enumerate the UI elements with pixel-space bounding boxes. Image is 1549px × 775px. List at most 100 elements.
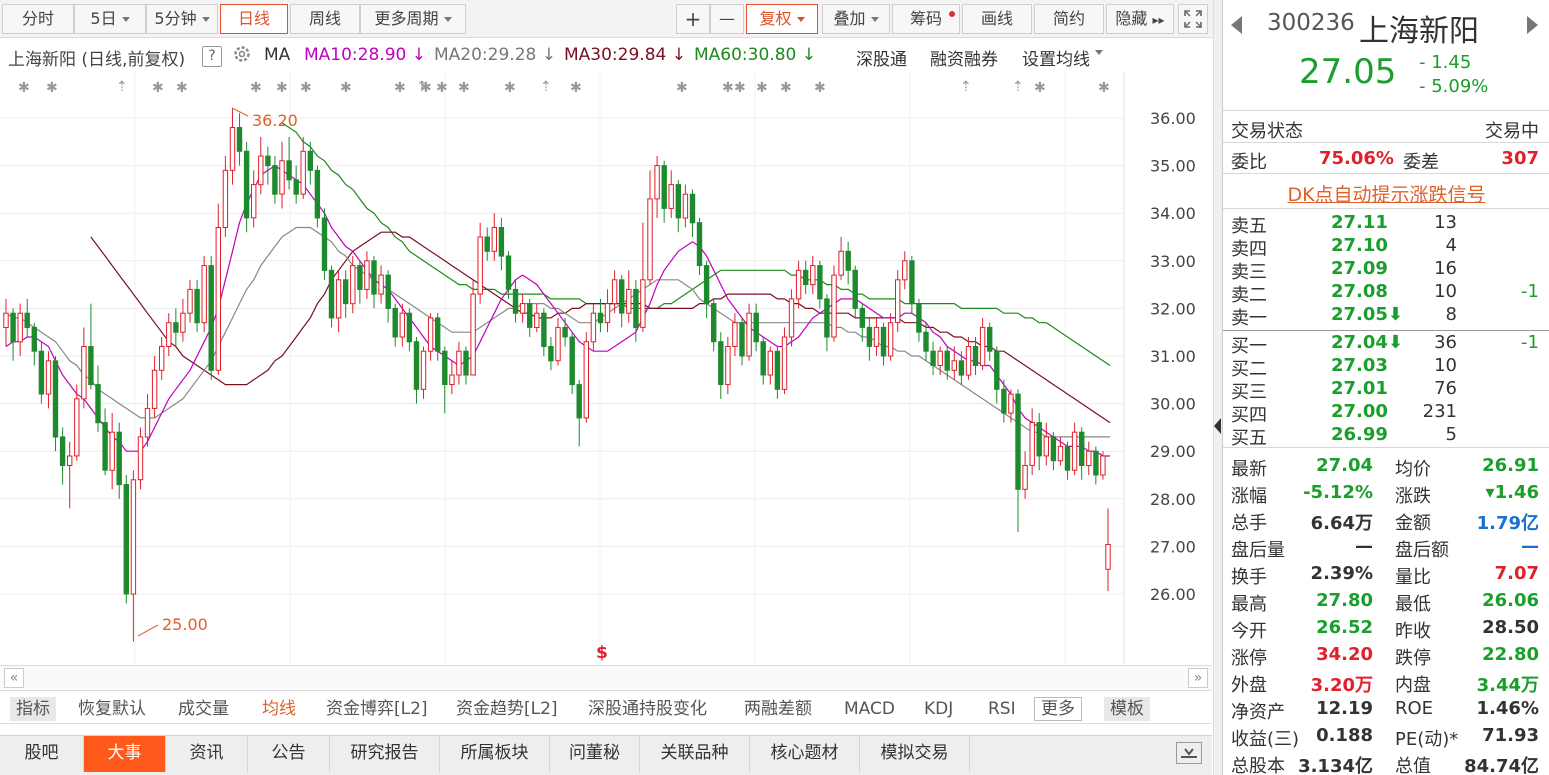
stat-row: 涨幅 -5.12% 涨跌 ▾1.46 [1231,482,1539,507]
indicator-tab-ma[interactable]: 均线 [262,697,296,721]
dk-signal-link[interactable]: DK点自动提示涨跌信号 [1223,180,1549,207]
candle-body [576,384,582,419]
candle-body [201,265,207,324]
indicator-tab-index[interactable]: 指标 [10,697,56,721]
stat-value: -5.12% [1303,482,1373,503]
prev-stock-icon[interactable] [1231,16,1242,34]
info-tab-sim-trade[interactable]: 模拟交易 [860,736,970,772]
ask-row: 卖四 27.10 4 [1231,235,1539,260]
candle-body [144,407,151,438]
tab-daily[interactable]: 日线 [220,4,288,34]
gear-icon[interactable] [232,44,252,69]
chart-scrollbar[interactable]: « » [0,665,1212,691]
indicator-tab-more[interactable]: 更多 [1034,697,1082,721]
info-tab-sectors[interactable]: 所属板块 [440,736,550,772]
set-ma-link[interactable]: 设置均线 [1022,45,1103,70]
indicator-tab-fund-trend[interactable]: 资金趋势[L2] [456,697,558,721]
stat-value: — [1355,536,1373,557]
margin-link[interactable]: 融资融券 [930,45,998,70]
candle-body [194,288,200,324]
tab-5min[interactable]: 5分钟 [146,4,218,34]
stat-row: 盘后量 — 盘后额 — [1231,536,1539,561]
indicator-tab-holding[interactable]: 深股通持股变化 [588,697,707,721]
simple-button[interactable]: 简约 [1034,4,1104,34]
candle-body [215,227,222,371]
info-tab-related[interactable]: 关联品种 [640,736,750,772]
double-chevron-right-icon[interactable]: » [1188,668,1208,688]
candle-body [909,260,915,305]
status-value: 交易中 [1485,121,1539,142]
ma-legend-bar: 上海新阳 (日线,前复权) ? MA MA10:28.90 ↓ MA20:29.… [0,40,1213,72]
info-tab-research[interactable]: 研究报告 [330,736,440,772]
indicator-tab-template[interactable]: 模板 [1104,697,1150,721]
info-tab-announcements[interactable]: 公告 [248,736,330,772]
fullscreen-button[interactable] [1178,4,1208,34]
candle-body [173,322,179,333]
indicator-tab-macd[interactable]: MACD [844,697,895,721]
info-tab-news[interactable]: 资讯 [166,736,248,772]
bid-row: 买一 27.04⬇ 36 -1 [1231,332,1539,357]
indicator-tab-reset[interactable]: 恢复默认 [78,697,146,721]
zoom-out-button[interactable]: — [710,4,744,34]
candle-body [732,322,738,347]
y-tick-label: 34.00 [1150,204,1196,223]
draw-button[interactable]: 画线 [962,4,1032,34]
overlay-button[interactable]: 叠加 [822,4,890,34]
candle-body [626,288,632,314]
indicator-tab-kdj[interactable]: KDJ [924,697,953,721]
stat-label: 今开 [1231,621,1267,642]
candle-body [930,350,936,367]
stat-label: 最高 [1231,594,1267,615]
event-star-icon: ✱ [250,80,262,96]
tab-weekly[interactable]: 周线 [290,4,360,34]
candle-body [95,384,101,424]
ask-volume: 10 [1434,281,1457,302]
event-star-icon: ✱ [340,80,352,96]
info-tab-ask-secretary[interactable]: 问董秘 [550,736,640,772]
indicator-tab-rsi[interactable]: RSI [988,697,1016,721]
help-icon[interactable]: ? [202,46,222,67]
panel-divider[interactable] [1213,0,1222,775]
adjust-button[interactable]: 复权 [746,4,818,34]
indicator-tab-margin[interactable]: 两融差额 [744,697,812,721]
candle-body [527,303,533,328]
stat-label: 量比 [1395,567,1431,588]
event-star-icon: ✱ [504,80,516,96]
ask-price: 27.11 [1331,212,1388,233]
collapse-panel-icon[interactable] [1176,742,1202,764]
candle-body [10,312,16,343]
indicator-tab-fund-game[interactable]: 资金博弈[L2] [326,697,428,721]
tab-more-periods[interactable]: 更多周期 [360,4,466,34]
chips-button[interactable]: 筹码 [892,4,960,34]
chips-label: 筹码 [909,9,942,28]
y-tick-label: 35.00 [1150,157,1196,176]
arrow-down-icon: ↓ [801,45,816,65]
candlestick-chart[interactable]: ✱ ✱ ✱ ✱ ✱ ✱ ✱ ✱ ✱ ✱ ✱ ✱ ✱ ✱ ✱ ✱ ✱ ✱ ✱ ✱ ✱ ✱⇡ ⇡ ⇡ ⇡ ⇡ 36.0035.0034… [0,72,1212,664]
event-star-icon: ✱ [152,80,164,96]
indicator-tab-volume[interactable]: 成交量 [178,697,229,721]
collapse-right-icon[interactable] [1214,418,1221,434]
weibi-row: 委比 75.06% 委差 307 [1231,148,1539,173]
ask-price: 27.10 [1331,235,1388,256]
hide-button[interactable]: 隐藏 ▸▸ [1106,4,1174,34]
candle-body [187,288,193,314]
info-tab-core-topics[interactable]: 核心题材 [750,736,860,772]
low-price-label: 25.00 [162,615,208,634]
next-stock-icon[interactable] [1527,16,1538,34]
sh-connect-link[interactable]: 深股通 [856,45,907,70]
candle-body [803,269,809,286]
info-tab-events[interactable]: 大事 [84,736,166,772]
candle-body [895,279,901,324]
tab-5min-label: 5分钟 [154,9,197,28]
double-chevron-left-icon[interactable]: « [4,668,24,688]
stat-row: 净资产 12.19 ROE 1.46% [1231,698,1539,723]
bid-delta: -1 [1521,332,1539,353]
bid-price: 27.03 [1331,355,1388,376]
ask-row: 卖三 27.09 16 [1231,258,1539,283]
tab-intraday[interactable]: 分时 [2,4,74,34]
candle-body [682,193,689,219]
info-tab-guba[interactable]: 股吧 [0,736,84,772]
tab-5day[interactable]: 5日 [74,4,146,34]
candle-body [1071,431,1078,471]
zoom-in-button[interactable]: + [676,4,710,34]
